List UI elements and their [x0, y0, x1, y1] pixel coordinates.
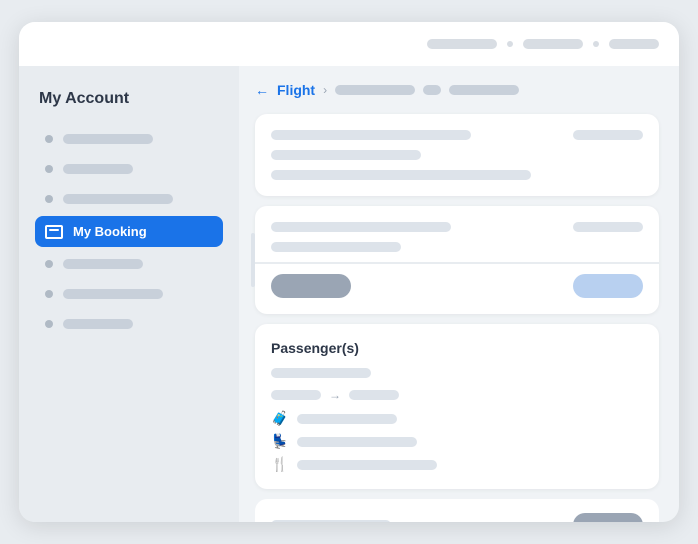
sidebar-dot-7 [45, 320, 53, 328]
card2-divider [255, 262, 659, 264]
sidebar-dot-2 [45, 165, 53, 173]
breadcrumb-pill-2 [423, 85, 441, 95]
card2-row1 [271, 222, 643, 232]
passenger-detail-seat: 💺 [271, 433, 643, 450]
sidebar-item-1[interactable] [35, 126, 223, 152]
sidebar-item-3[interactable] [35, 186, 223, 212]
card1-skel-3 [271, 150, 421, 160]
title-bar [19, 22, 679, 66]
breadcrumb-pill-3 [449, 85, 519, 95]
right-panel: ← Flight › [239, 66, 679, 522]
card1-skel-1 [271, 130, 471, 140]
passengers-title: Passenger(s) [271, 340, 643, 356]
sidebar: My Account My Booking [19, 66, 239, 522]
card1-skel-2 [573, 130, 643, 140]
card2-skel-3 [271, 242, 401, 252]
sidebar-bar-6 [63, 289, 163, 299]
breadcrumb-flight[interactable]: Flight [277, 82, 315, 98]
card2-skel-2 [573, 222, 643, 232]
meal-icon: 🍴 [271, 456, 287, 473]
route-origin [271, 390, 321, 400]
card-bottom [255, 499, 659, 522]
passenger-name-skel [271, 368, 371, 378]
sidebar-dot-3 [45, 195, 53, 203]
sidebar-bar-5 [63, 259, 143, 269]
card-passengers: Passenger(s) → 🧳 [255, 324, 659, 489]
bottom-btn[interactable] [573, 513, 643, 522]
bottom-skel-1 [271, 520, 391, 522]
sidebar-dot-1 [45, 135, 53, 143]
passenger-detail-meal: 🍴 [271, 456, 643, 473]
sidebar-item-2[interactable] [35, 156, 223, 182]
titlebar-dot-1 [507, 41, 513, 47]
sidebar-dot-6 [45, 290, 53, 298]
titlebar-pill-1 [427, 39, 497, 49]
bag-skel [297, 414, 397, 424]
sidebar-bar-3 [63, 194, 173, 204]
card-booking-detail [255, 206, 659, 314]
passenger-detail-bag: 🧳 [271, 410, 643, 427]
sidebar-item-5[interactable] [35, 251, 223, 277]
sidebar-title: My Account [35, 90, 223, 108]
breadcrumb-chevron: › [323, 83, 327, 97]
breadcrumb-pill-1 [335, 85, 415, 95]
seat-icon: 💺 [271, 433, 287, 450]
card2-skel-1 [271, 222, 451, 232]
card2-wrapper [255, 206, 659, 314]
titlebar-pill-3 [609, 39, 659, 49]
breadcrumb: ← Flight › [255, 82, 659, 98]
sidebar-item-my-booking[interactable]: My Booking [35, 216, 223, 247]
card-flight-info [255, 114, 659, 196]
meal-skel [297, 460, 437, 470]
sidebar-item-6[interactable] [35, 281, 223, 307]
titlebar-pill-2 [523, 39, 583, 49]
sidebar-label-my-booking: My Booking [73, 224, 147, 239]
card1-row1 [271, 130, 643, 140]
sidebar-item-7[interactable] [35, 311, 223, 337]
passenger-details: 🧳 💺 🍴 [271, 410, 643, 473]
card2-btn-left[interactable] [271, 274, 351, 298]
card1-row2 [271, 150, 643, 160]
titlebar-dot-2 [593, 41, 599, 47]
main-content: My Account My Booking [19, 66, 679, 522]
card2-row2 [271, 242, 643, 252]
passenger-route-row: → [271, 388, 643, 402]
passenger-name-row [271, 368, 643, 378]
card2-accent [251, 233, 255, 287]
card1-skel-4 [271, 170, 531, 180]
card2-btn-right[interactable] [573, 274, 643, 298]
sidebar-bar-2 [63, 164, 133, 174]
route-dest [349, 390, 399, 400]
card2-bottom [271, 274, 643, 298]
app-window: My Account My Booking [19, 22, 679, 522]
sidebar-bar-1 [63, 134, 153, 144]
booking-icon [45, 225, 63, 239]
sidebar-bar-7 [63, 319, 133, 329]
bag-icon: 🧳 [271, 410, 287, 427]
card1-row3 [271, 170, 643, 180]
route-arrow-icon: → [329, 388, 341, 402]
seat-skel [297, 437, 417, 447]
back-arrow[interactable]: ← [255, 82, 269, 98]
sidebar-dot-5 [45, 260, 53, 268]
